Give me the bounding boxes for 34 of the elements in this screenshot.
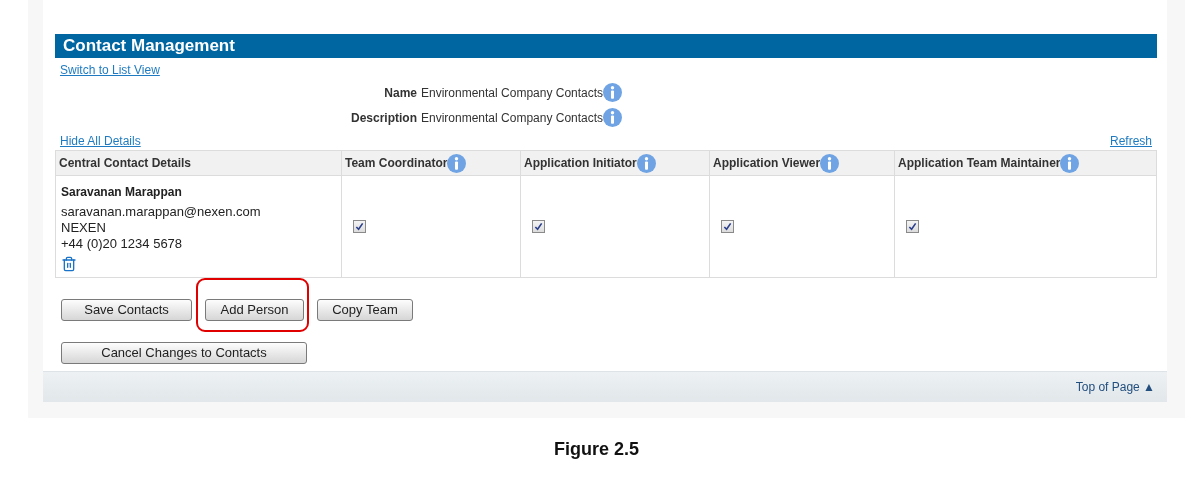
info-icon[interactable] — [1060, 153, 1080, 173]
action-button[interactable]: Copy Team — [317, 298, 413, 321]
refresh-link[interactable]: Refresh — [1109, 132, 1152, 150]
switch-view-link[interactable]: Switch to List View — [60, 61, 160, 79]
contact-phone: +44 (0)20 1234 5678 — [61, 236, 184, 252]
figure-caption: Figure 2.5 — [554, 438, 639, 461]
info-icon[interactable] — [820, 153, 840, 173]
info-icon[interactable] — [636, 153, 656, 173]
column-header: Application Viewer — [713, 155, 821, 172]
checkbox[interactable] — [532, 220, 545, 233]
column-header: Central Contact Details — [59, 155, 192, 172]
hide-details-link[interactable]: Hide All Details — [60, 132, 141, 150]
contact-company: NEXEN — [61, 220, 107, 236]
checkbox[interactable] — [721, 220, 734, 233]
delete-icon[interactable] — [61, 256, 77, 272]
info-icon[interactable] — [447, 153, 467, 173]
action-button[interactable]: Add Person — [205, 298, 304, 321]
column-header: Application Initiator — [524, 155, 637, 172]
cancel-button[interactable]: Cancel Changes to Contacts — [61, 341, 307, 364]
field-label: Description — [350, 109, 418, 127]
column-header: Team Coordinator — [345, 155, 448, 172]
contact-name: Saravanan Marappan — [61, 184, 183, 201]
checkbox[interactable] — [906, 220, 919, 233]
top-of-page-link[interactable]: Top of Page ▲ — [1075, 378, 1155, 396]
info-icon[interactable] — [603, 108, 623, 127]
info-icon[interactable] — [603, 83, 623, 102]
field-value: Environmental Company Contacts — [421, 109, 604, 127]
column-header: Application Team Maintainer — [898, 155, 1061, 172]
field-label: Name — [383, 84, 418, 102]
action-button[interactable]: Save Contacts — [61, 298, 192, 321]
checkbox[interactable] — [353, 220, 366, 233]
contact-email: saravanan.marappan@nexen.com — [61, 204, 262, 220]
field-value: Environmental Company Contacts — [421, 84, 604, 102]
section-header: Contact Management — [55, 34, 1157, 58]
